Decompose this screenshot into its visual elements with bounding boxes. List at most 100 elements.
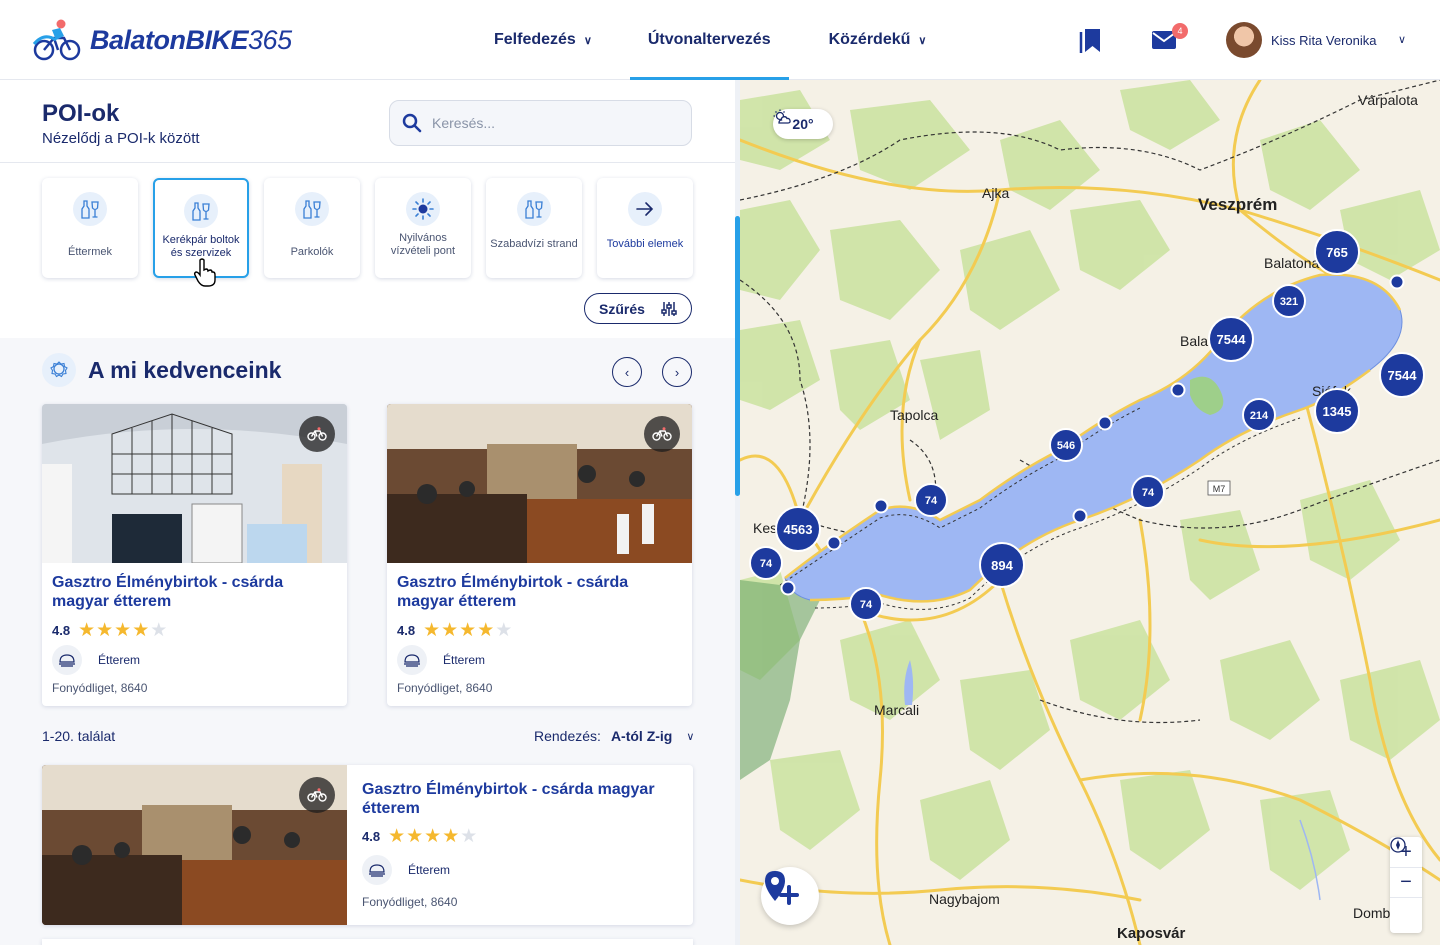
nav-felfedezes[interactable]: Felfedezés ∨	[476, 0, 610, 80]
town-label-kaposvar: Kaposvár	[1117, 925, 1186, 942]
search-input[interactable]	[432, 115, 672, 131]
favorite-card[interactable]: Gasztro Élménybirtok - csárda magyar étt…	[42, 404, 347, 706]
weather-widget[interactable]: 20°	[773, 109, 833, 139]
sort-label: Rendezés:	[534, 728, 601, 744]
svg-text:1345: 1345	[1323, 404, 1352, 419]
nav-kozerdeku[interactable]: Közérdekű ∨	[811, 0, 945, 80]
cluster-marker[interactable]: 214	[1242, 398, 1276, 432]
poi-marker[interactable]	[1170, 382, 1186, 398]
poi-type-label: Étterem	[98, 653, 141, 667]
search-box[interactable]	[389, 100, 692, 146]
cluster-marker[interactable]: 7544	[1208, 316, 1254, 362]
category-tovabbi-elemek[interactable]: További elemek	[597, 178, 693, 278]
results-count: 1-20. találat	[42, 728, 116, 744]
cluster-marker[interactable]: 7544	[1379, 352, 1425, 398]
cluster-marker[interactable]: 74	[1131, 475, 1165, 509]
logo-text: BalatonBIKE365	[90, 24, 292, 55]
award-icon	[42, 353, 76, 387]
list-item[interactable]	[42, 939, 693, 945]
star-icon: ★	[459, 620, 477, 641]
cluster-marker[interactable]: 1345	[1314, 388, 1360, 434]
bookmark-icon[interactable]	[1079, 26, 1103, 54]
chevron-down-icon: ∨	[583, 34, 592, 47]
poi-marker[interactable]	[780, 580, 796, 596]
cluster-marker[interactable]: 765	[1314, 229, 1360, 275]
poi-marker[interactable]	[1389, 274, 1405, 290]
star-icon: ★	[96, 620, 114, 641]
poi-type-label: Étterem	[443, 653, 486, 667]
svg-text:765: 765	[1326, 245, 1348, 260]
bottle-glass-icon	[295, 192, 329, 226]
star-empty-icon: ★	[495, 620, 513, 641]
card-title[interactable]: Gasztro Élménybirtok - csárda magyar étt…	[397, 573, 682, 611]
poi-marker[interactable]	[826, 535, 842, 551]
compass-button[interactable]	[1390, 837, 1422, 927]
category-label: Éttermek	[67, 246, 112, 258]
cluster-marker[interactable]: 321	[1272, 284, 1306, 318]
map-canvas[interactable]: M7 Várpalota Ajka Veszprém Balatona Bala…	[740, 80, 1440, 945]
town-label-tapolca: Tapolca	[890, 407, 938, 423]
filter-button[interactable]: Szűrés	[584, 293, 692, 324]
poi-marker[interactable]	[1072, 508, 1088, 524]
category-parkolok[interactable]: Parkolók	[264, 178, 360, 278]
star-icon: ★	[78, 620, 96, 641]
map[interactable]: M7 Várpalota Ajka Veszprém Balatona Bala…	[740, 80, 1440, 945]
cluster-marker[interactable]: 74	[849, 587, 883, 621]
town-label-keszthely: Kes	[753, 520, 777, 536]
poi-marker[interactable]	[1097, 415, 1113, 431]
category-szabadvizi-strand[interactable]: Szabadvízi strand	[486, 178, 582, 278]
address: Fonyódliget, 8640	[397, 681, 493, 695]
add-poi-button[interactable]	[761, 867, 819, 925]
logo[interactable]: BalatonBIKE365	[30, 18, 292, 62]
poi-panel: POI-ok Nézelődj a POI-k között Éttermek …	[0, 80, 735, 945]
town-label-veszprem: Veszprém	[1198, 195, 1277, 214]
category-ettermek[interactable]: Éttermek	[42, 178, 138, 278]
svg-text:74: 74	[860, 599, 873, 611]
list-item[interactable]: Gasztro Élménybirtok - csárda magyar étt…	[42, 765, 693, 925]
cluster-marker[interactable]: 74	[914, 483, 948, 517]
nav-utvonaltervezes[interactable]: Útvonaltervezés	[629, 0, 789, 80]
rating-value: 4.8	[397, 623, 416, 638]
favorite-card[interactable]: Gasztro Élménybirtok - csárda magyar étt…	[387, 404, 692, 706]
bottle-glass-icon	[184, 194, 218, 228]
poi-marker[interactable]	[873, 498, 889, 514]
zoom-out-button[interactable]: −	[1390, 867, 1422, 897]
poi-type-label: Étterem	[408, 863, 451, 877]
cluster-marker[interactable]: 4563	[775, 506, 821, 552]
svg-text:321: 321	[1280, 296, 1298, 308]
poi-type: Étterem	[52, 645, 140, 675]
star-icon: ★	[441, 620, 459, 641]
chevron-down-icon: ∨	[686, 730, 695, 743]
filter-label: Szűrés	[599, 300, 645, 317]
add-location-icon	[765, 871, 799, 905]
chevron-down-icon[interactable]: ∨	[1398, 33, 1406, 46]
card-title[interactable]: Gasztro Élménybirtok - csárda magyar étt…	[52, 573, 337, 611]
list-item-title[interactable]: Gasztro Élménybirtok - csárda magyar étt…	[362, 780, 672, 818]
sort-dropdown[interactable]: Rendezés: A-tól Z-ig ∨	[534, 728, 694, 744]
category-label: Nyilvános vízvételi pont	[390, 232, 456, 257]
category-label: Parkolók	[290, 246, 334, 258]
user-name[interactable]: Kiss Rita Veronika	[1271, 33, 1377, 48]
avatar[interactable]	[1226, 22, 1262, 58]
town-label-marcali: Marcali	[874, 702, 919, 718]
star-icon: ★	[388, 826, 406, 847]
rating: 4.8 ★ ★ ★ ★ ★	[362, 825, 478, 848]
zoom-controls: + −	[1390, 837, 1422, 933]
page-subtitle: Nézelődj a POI-k között	[42, 130, 200, 147]
cluster-marker[interactable]: 74	[749, 546, 783, 580]
cluster-marker[interactable]: 546	[1049, 428, 1083, 462]
rating-value: 4.8	[52, 623, 71, 638]
hand-cursor-icon	[193, 258, 216, 287]
nav-label: Közérdekű	[828, 31, 911, 48]
bottle-glass-icon	[517, 192, 551, 226]
category-label: Kerékpár boltok és szervizek	[162, 234, 240, 259]
carousel-prev-button[interactable]: ‹	[612, 357, 642, 387]
bike-icon	[644, 416, 680, 452]
cluster-marker[interactable]: 894	[979, 542, 1025, 588]
star-icon: ★	[406, 826, 424, 847]
category-label: További elemek	[606, 238, 684, 250]
restaurant-icon	[397, 645, 427, 675]
category-kerekpar-boltok[interactable]: Kerékpár boltok és szervizek	[153, 178, 249, 287]
category-vizveteli-pont[interactable]: Nyilvános vízvételi pont	[375, 178, 471, 278]
carousel-next-button[interactable]: ›	[662, 357, 692, 387]
